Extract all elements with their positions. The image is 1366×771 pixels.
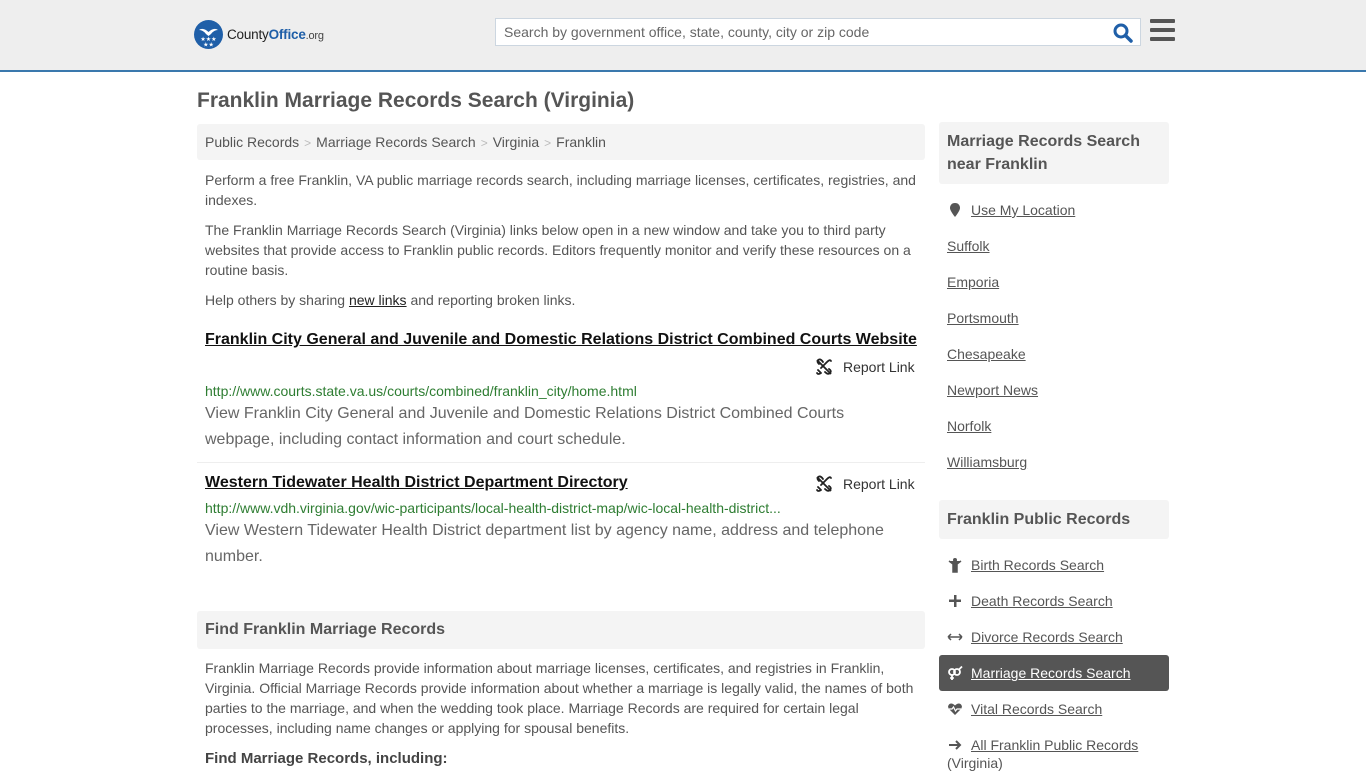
venus-mars-icon [947, 665, 963, 681]
all-public-records-label: All Franklin Public Records [971, 737, 1139, 753]
nearby-heading: Marriage Records Search near Franklin [939, 122, 1169, 184]
sidebar-item-death-records[interactable]: Death Records Search [939, 583, 1169, 619]
breadcrumb-separator: > [480, 136, 488, 150]
nearby-link-chesapeake[interactable]: Chesapeake [947, 346, 1026, 362]
nearby-link-williamsburg[interactable]: Williamsburg [947, 454, 1027, 470]
top-bar: ★★★ ★★ CountyOffice.org [0, 0, 1366, 72]
logo-text: CountyOffice.org [227, 27, 324, 42]
sidebar-item-marriage-records[interactable]: Marriage Records Search [939, 655, 1169, 691]
breadcrumb-marriage-records-search[interactable]: Marriage Records Search [316, 134, 476, 150]
broken-link-icon [816, 358, 832, 375]
vital-records-link[interactable]: Vital Records Search [971, 701, 1102, 717]
intro-text: and reporting broken links. [406, 292, 576, 308]
site-logo[interactable]: ★★★ ★★ CountyOffice.org [194, 20, 324, 49]
child-icon [947, 557, 963, 573]
hamburger-menu-icon[interactable] [1150, 19, 1175, 43]
nearby-link-newport-news[interactable]: Newport News [947, 382, 1038, 398]
report-link-label: Report Link [843, 476, 915, 492]
breadcrumb-virginia[interactable]: Virginia [493, 134, 539, 150]
death-records-link[interactable]: Death Records Search [971, 593, 1113, 609]
nearby-link-norfolk[interactable]: Norfolk [947, 418, 991, 434]
nearby-link-emporia[interactable]: Emporia [947, 274, 999, 290]
arrows-horizontal-icon [947, 629, 963, 645]
result-url: http://www.vdh.virginia.gov/wic-particip… [205, 500, 781, 516]
result-divider [197, 462, 925, 463]
result-title-link[interactable]: Western Tidewater Health District Depart… [205, 474, 628, 492]
find-records-text: Franklin Marriage Records provide inform… [205, 660, 914, 736]
broken-link-icon [816, 475, 832, 492]
breadcrumb: Public Records > Marriage Records Search > V… [197, 124, 925, 160]
breadcrumb-separator: > [304, 136, 312, 150]
breadcrumb-franklin[interactable]: Franklin [556, 134, 606, 150]
find-records-heading: Find Franklin Marriage Records [197, 611, 925, 649]
site-search [495, 18, 1141, 46]
sidebar-item-vital-records[interactable]: Vital Records Search [939, 691, 1169, 727]
svg-text:★★: ★★ [203, 42, 214, 49]
report-link-label: Report Link [843, 359, 915, 375]
all-public-records-suffix: (Virginia) [947, 755, 1003, 771]
report-link-button[interactable]: Report Link [815, 358, 915, 376]
nearby-link-suffolk[interactable]: Suffolk [947, 238, 990, 254]
heartbeat-icon [947, 701, 963, 717]
search-input[interactable] [496, 19, 1106, 45]
intro-paragraph-1: Perform a free Franklin, VA public marri… [205, 172, 916, 208]
page-title: Franklin Marriage Records Search (Virgin… [197, 89, 635, 112]
use-location-item[interactable]: Use My Location [947, 202, 1075, 218]
all-public-records-link[interactable]: All Franklin Public Records [971, 737, 1138, 753]
result-description: View Franklin City General and Juvenile … [205, 405, 845, 448]
map-marker-icon [950, 203, 960, 217]
result-description: View Western Tidewater Health District d… [205, 522, 884, 565]
report-link-button[interactable]: Report Link [815, 475, 915, 493]
use-my-location-link[interactable]: Use My Location [971, 202, 1075, 218]
intro-text: Help others by sharing [205, 292, 349, 308]
cross-icon [947, 593, 963, 609]
intro-paragraph-2: The Franklin Marriage Records Search (Vi… [205, 222, 911, 278]
divorce-records-link[interactable]: Divorce Records Search [971, 629, 1123, 645]
public-records-heading: Franklin Public Records [939, 500, 1169, 539]
search-icon [1113, 23, 1133, 43]
result-url: http://www.courts.state.va.us/courts/com… [205, 383, 637, 399]
sidebar-item-birth-records[interactable]: Birth Records Search [939, 547, 1169, 583]
breadcrumb-separator: > [544, 136, 552, 150]
sidebar-item-all-public-records[interactable]: All Franklin Public Records (Virginia) [939, 727, 1169, 771]
nearby-link-portsmouth[interactable]: Portsmouth [947, 310, 1019, 326]
birth-records-link[interactable]: Birth Records Search [971, 557, 1104, 573]
result-title-link[interactable]: Franklin City General and Juvenile and D… [205, 331, 917, 349]
intro-paragraph-3: Help others by sharing new links and rep… [205, 290, 920, 310]
marriage-records-link[interactable]: Marriage Records Search [971, 665, 1131, 681]
breadcrumb-public-records[interactable]: Public Records [205, 134, 299, 150]
eagle-logo-icon: ★★★ ★★ [194, 20, 223, 49]
arrow-right-icon [947, 737, 963, 753]
find-records-subheading: Find Marriage Records, including: [205, 750, 448, 767]
new-links-link[interactable]: new links [349, 292, 407, 308]
sidebar-item-divorce-records[interactable]: Divorce Records Search [939, 619, 1169, 655]
search-button[interactable] [1112, 22, 1134, 44]
